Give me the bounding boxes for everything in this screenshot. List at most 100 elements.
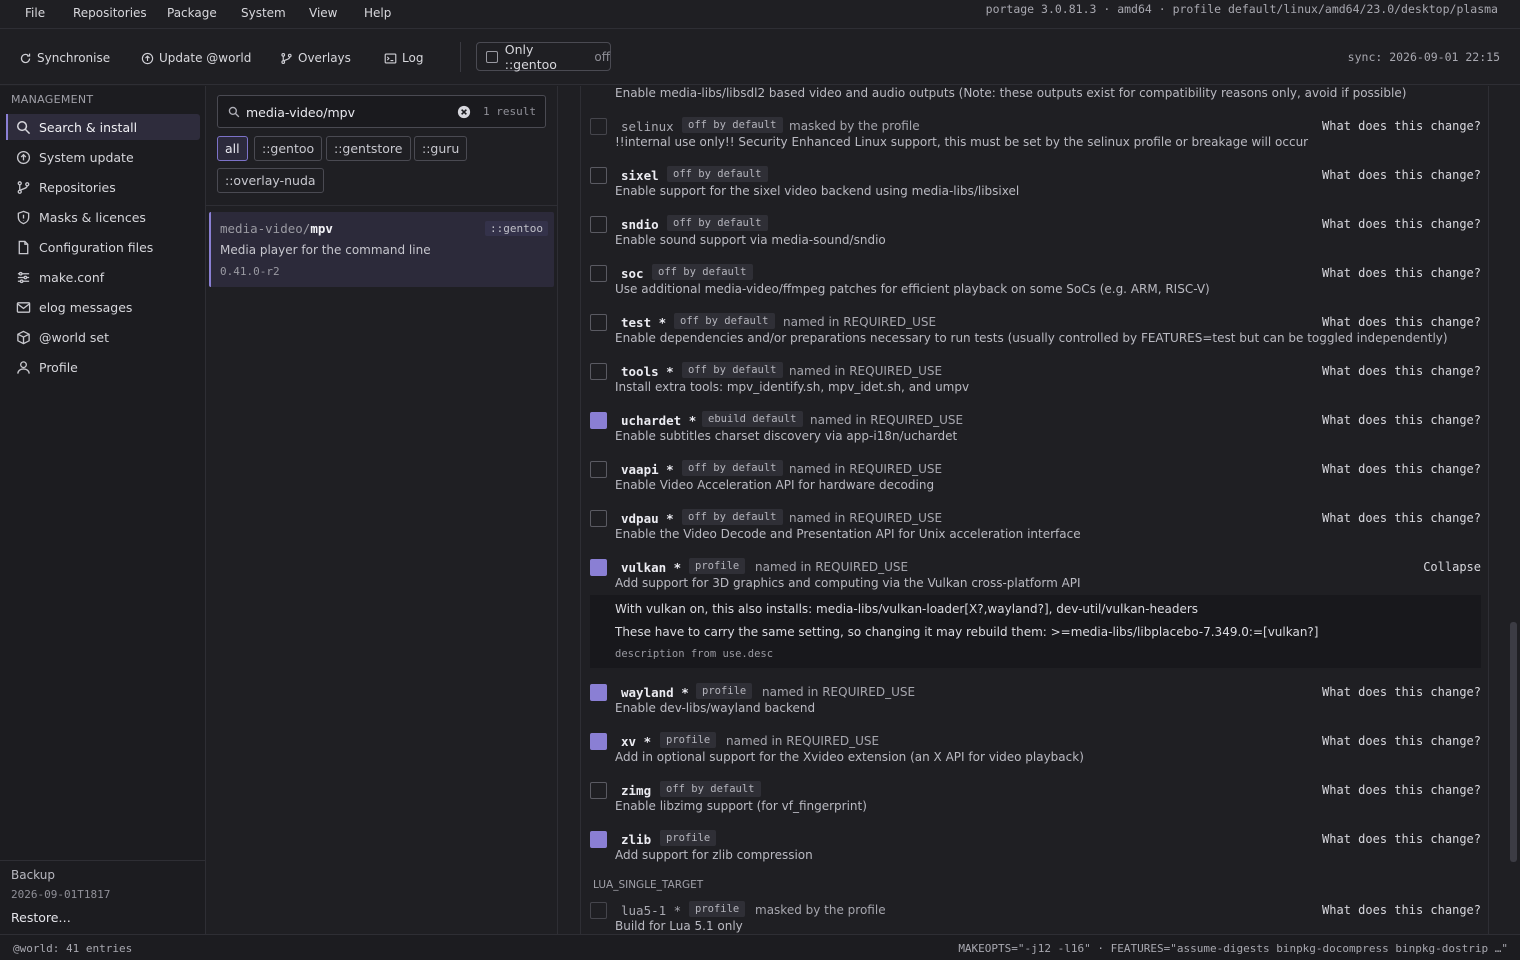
package-version: 0.41.0-r2 (220, 265, 280, 278)
filter-chip-overlay-nuda[interactable]: ::overlay-nuda (217, 168, 324, 193)
mail-icon (16, 301, 31, 313)
flag-row-tools: tools * off by default named in REQUIRED… (581, 360, 1488, 409)
flag-checkbox[interactable] (590, 902, 607, 919)
package-repo-badge: ::gentoo (485, 221, 548, 236)
flag-checkbox[interactable] (590, 733, 607, 750)
flag-note: named in REQUIRED_USE (789, 511, 943, 525)
what-does-this-change-button[interactable]: What does this change? (1322, 685, 1481, 699)
use-flags-panel: Enable media-libs/libsdl2 based video an… (580, 86, 1489, 934)
flag-row-selinux: selinux off by default masked by the pro… (581, 115, 1488, 164)
package-atom: media-video/mpv (220, 221, 333, 236)
flag-checkbox[interactable] (590, 265, 607, 282)
sidebar-item-label: Masks & licences (39, 209, 146, 225)
package-category: media-video/ (220, 221, 311, 236)
what-does-this-change-button[interactable]: What does this change? (1322, 168, 1481, 182)
synchronise-button[interactable]: Synchronise (19, 48, 110, 68)
sidebar-item-search-install[interactable]: Search & install (6, 114, 200, 140)
sidebar-item-make-conf[interactable]: make.conf (6, 264, 200, 290)
flag-name: lua5-1 * (621, 903, 682, 918)
flag-note: named in REQUIRED_USE (783, 315, 937, 329)
sidebar-item-label: elog messages (39, 299, 133, 315)
flag-badge: profile (660, 732, 717, 748)
what-does-this-change-button[interactable]: What does this change? (1322, 266, 1481, 280)
what-does-this-change-button[interactable]: What does this change? (1322, 364, 1481, 378)
what-does-this-change-button[interactable]: What does this change? (1322, 783, 1481, 797)
filter-chip-guru[interactable]: ::guru (414, 136, 468, 161)
sidebar-item-elog-messages[interactable]: elog messages (6, 294, 200, 320)
flag-badge: off by default (674, 313, 775, 329)
flag-row-zlib: zlib profile What does this change? Add … (581, 828, 1488, 877)
only-gentoo-checkbox[interactable] (486, 50, 498, 63)
flag-checkbox[interactable] (590, 167, 607, 184)
restore-button[interactable]: Restore… (11, 910, 71, 925)
flag-row-wayland: wayland * profile named in REQUIRED_USE … (581, 681, 1488, 730)
search-result-card[interactable]: media-video/mpv ::gentoo Media player fo… (209, 212, 554, 287)
collapse-button[interactable]: Collapse (1423, 560, 1481, 574)
flag-checkbox[interactable] (590, 559, 607, 576)
flag-checkbox[interactable] (590, 831, 607, 848)
menu-file[interactable]: File (25, 6, 45, 20)
flag-checkbox[interactable] (590, 216, 607, 233)
flag-checkbox[interactable] (590, 684, 607, 701)
overlays-button[interactable]: Overlays (280, 48, 351, 68)
flag-description: Add support for zlib compression (615, 848, 813, 862)
menu-package[interactable]: Package (167, 6, 217, 20)
what-does-this-change-button[interactable]: What does this change? (1322, 511, 1481, 525)
filter-chip-gentstore[interactable]: ::gentstore (326, 136, 411, 161)
sidebar-item-masks-licences[interactable]: Masks & licences (6, 204, 200, 230)
update-world-button[interactable]: Update @world (141, 48, 251, 68)
flag-checkbox[interactable] (590, 412, 607, 429)
flag-description: Enable the Video Decode and Presentation… (615, 527, 1081, 541)
flag-badge: profile (696, 683, 753, 699)
flag-checkbox[interactable] (590, 363, 607, 380)
scrollbar-thumb[interactable] (1510, 622, 1517, 862)
log-label: Log (402, 51, 424, 65)
refresh-icon (20, 53, 31, 63)
log-button[interactable]: Log (384, 48, 423, 68)
statusbar: @world: 41 entries MAKEOPTS="-j12 -l16" … (0, 934, 1520, 960)
only-gentoo-toggle[interactable]: Only ::gentoo off (476, 41, 611, 72)
what-does-this-change-button[interactable]: What does this change? (1322, 734, 1481, 748)
sidebar-item-configuration-files[interactable]: Configuration files (6, 234, 200, 260)
flag-checkbox[interactable] (590, 782, 607, 799)
flag-row-sndio: sndio off by default What does this chan… (581, 213, 1488, 262)
what-does-this-change-button[interactable]: What does this change? (1322, 119, 1481, 133)
search-input[interactable] (246, 102, 446, 122)
update-world-label: Update @world (159, 51, 252, 65)
what-does-this-change-button[interactable]: What does this change? (1322, 832, 1481, 846)
flag-row-vdpau: vdpau * off by default named in REQUIRED… (581, 507, 1488, 556)
sidebar-item-system-update[interactable]: System update (6, 144, 200, 170)
menu-system[interactable]: System (241, 6, 286, 20)
what-does-this-change-button[interactable]: What does this change? (1322, 903, 1481, 917)
menu-help[interactable]: Help (364, 6, 391, 20)
sidebar-item-profile[interactable]: Profile (6, 354, 200, 380)
flag-description: Enable libzimg support (for vf_fingerpri… (615, 799, 867, 813)
flag-note: masked by the profile (755, 903, 886, 917)
filter-chip-all[interactable]: all (217, 136, 248, 161)
sliders-icon (17, 271, 30, 283)
menu-view[interactable]: View (309, 6, 337, 20)
flag-checkbox[interactable] (590, 118, 607, 135)
flag-name: soc (621, 266, 644, 281)
flag-description: Enable Video Acceleration API for hardwa… (615, 478, 935, 492)
filter-chip-gentoo[interactable]: ::gentoo (254, 136, 323, 161)
flag-checkbox[interactable] (590, 510, 607, 527)
menu-repositories[interactable]: Repositories (73, 6, 147, 20)
scrollbar[interactable] (1508, 86, 1520, 934)
what-does-this-change-button[interactable]: What does this change? (1322, 462, 1481, 476)
what-does-this-change-button[interactable]: What does this change? (1322, 217, 1481, 231)
only-gentoo-label: Only ::gentoo (504, 41, 557, 72)
flag-badge: off by default (667, 166, 768, 182)
flag-name: wayland * (621, 685, 689, 700)
sidebar: MANAGEMENT Search & install System updat… (0, 86, 206, 934)
flag-checkbox[interactable] (590, 314, 607, 331)
what-does-this-change-button[interactable]: What does this change? (1322, 413, 1481, 427)
details-installs-line: With vulkan on, this also installs: medi… (615, 602, 1199, 616)
arrow-up-circle-icon (141, 52, 154, 64)
sidebar-item-repositories[interactable]: Repositories (6, 174, 200, 200)
sidebar-item-world-set[interactable]: @world set (6, 324, 200, 350)
flag-checkbox[interactable] (590, 461, 607, 478)
clear-icon[interactable] (457, 105, 471, 119)
what-does-this-change-button[interactable]: What does this change? (1322, 315, 1481, 329)
flag-badge: off by default (682, 362, 783, 378)
